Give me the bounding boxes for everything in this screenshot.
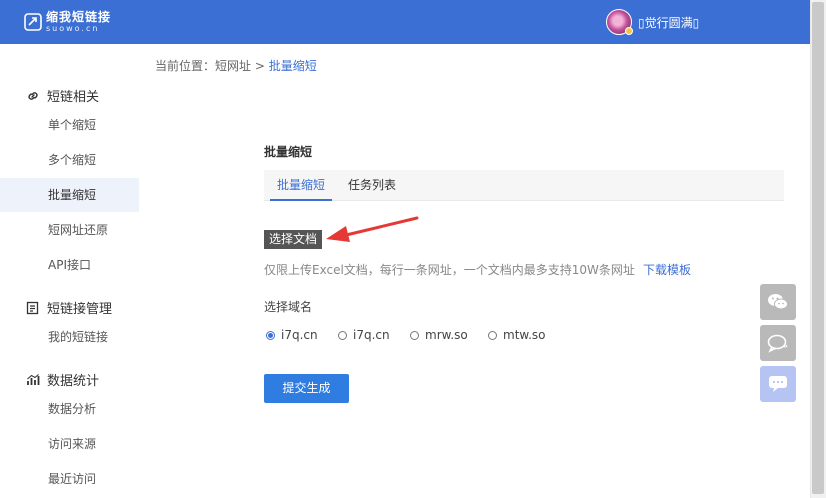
badge-icon [625, 27, 633, 35]
sidebar: 短链相关 单个缩短 多个缩短 批量缩短 短网址还原 API接口 短链接管理 我的… [0, 44, 139, 498]
sidebar-item-single[interactable]: 单个缩短 [0, 108, 139, 142]
chart-icon [27, 373, 40, 385]
submit-button[interactable]: 提交生成 [264, 374, 349, 403]
page-title: 批量缩短 [264, 145, 313, 159]
domain-radio-i7q-2[interactable]: i7q.cn [338, 328, 390, 342]
logo[interactable]: 缩我短链接 suowo.cn [24, 11, 111, 33]
top-bar: 缩我短链接 suowo.cn ▯觉行圆满▯ [0, 0, 810, 44]
tab-task-list[interactable]: 任务列表 [342, 170, 402, 201]
radio-icon [338, 330, 347, 340]
username[interactable]: ▯觉行圆满▯ [638, 14, 699, 31]
domain-radio-i7q-1[interactable]: i7q.cn [266, 328, 318, 342]
tab-batch[interactable]: 批量缩短 [270, 170, 332, 201]
logo-title: 缩我短链接 [46, 10, 112, 24]
download-template-link[interactable]: 下载模板 [643, 263, 691, 277]
message-button[interactable] [760, 366, 796, 402]
arrow-annotation-icon [326, 216, 419, 242]
message-icon [769, 376, 787, 392]
chat-bubble-icon [767, 334, 788, 353]
sidebar-group-manage[interactable]: 短链接管理 [26, 298, 112, 317]
sidebar-item-batch[interactable]: 批量缩短 [0, 178, 139, 212]
sidebar-item-recent[interactable]: 最近访问 [0, 462, 139, 496]
domain-radio-mtw[interactable]: mtw.so [488, 328, 546, 342]
link-icon [28, 91, 38, 100]
sidebar-item-restore[interactable]: 短网址还原 [0, 213, 139, 247]
wechat-icon [768, 294, 788, 310]
sidebar-group-stats[interactable]: 数据统计 [26, 370, 99, 389]
edit-doc-icon [26, 301, 39, 314]
wechat-button[interactable] [760, 284, 796, 320]
user-menu[interactable]: ▯觉行圆满▯ [606, 9, 699, 35]
avatar[interactable] [606, 9, 633, 35]
logo-icon [24, 13, 42, 31]
breadcrumb-parent[interactable]: 短网址 [215, 59, 251, 73]
scrollbar-thumb[interactable] [812, 2, 824, 494]
radio-icon [410, 330, 419, 340]
sidebar-item-analysis[interactable]: 数据分析 [0, 392, 139, 426]
choose-file-button[interactable]: 选择文档 [264, 230, 322, 249]
breadcrumb: 当前位置：短网址 > 批量缩短 [155, 59, 317, 73]
sidebar-item-api[interactable]: API接口 [0, 248, 139, 282]
sidebar-group-links[interactable]: 短链相关 [26, 86, 99, 105]
sidebar-item-my-links[interactable]: 我的短链接 [0, 320, 139, 354]
sidebar-item-multiple[interactable]: 多个缩短 [0, 143, 139, 177]
logo-subtitle: suowo.cn [46, 24, 100, 33]
domain-label: 选择域名 [264, 300, 313, 314]
chat-button[interactable] [760, 325, 796, 361]
sidebar-item-sources[interactable]: 访问来源 [0, 427, 139, 461]
upload-hint: 仅限上传Excel文档，每行一条网址，一个文档内最多支持10W条网址 下载模板 [264, 263, 691, 277]
radio-icon [488, 330, 497, 340]
breadcrumb-current: 批量缩短 [268, 59, 317, 73]
domain-radio-mrw[interactable]: mrw.so [410, 328, 468, 342]
radio-checked-icon [266, 330, 275, 340]
tab-bar: 批量缩短 任务列表 [264, 170, 784, 201]
